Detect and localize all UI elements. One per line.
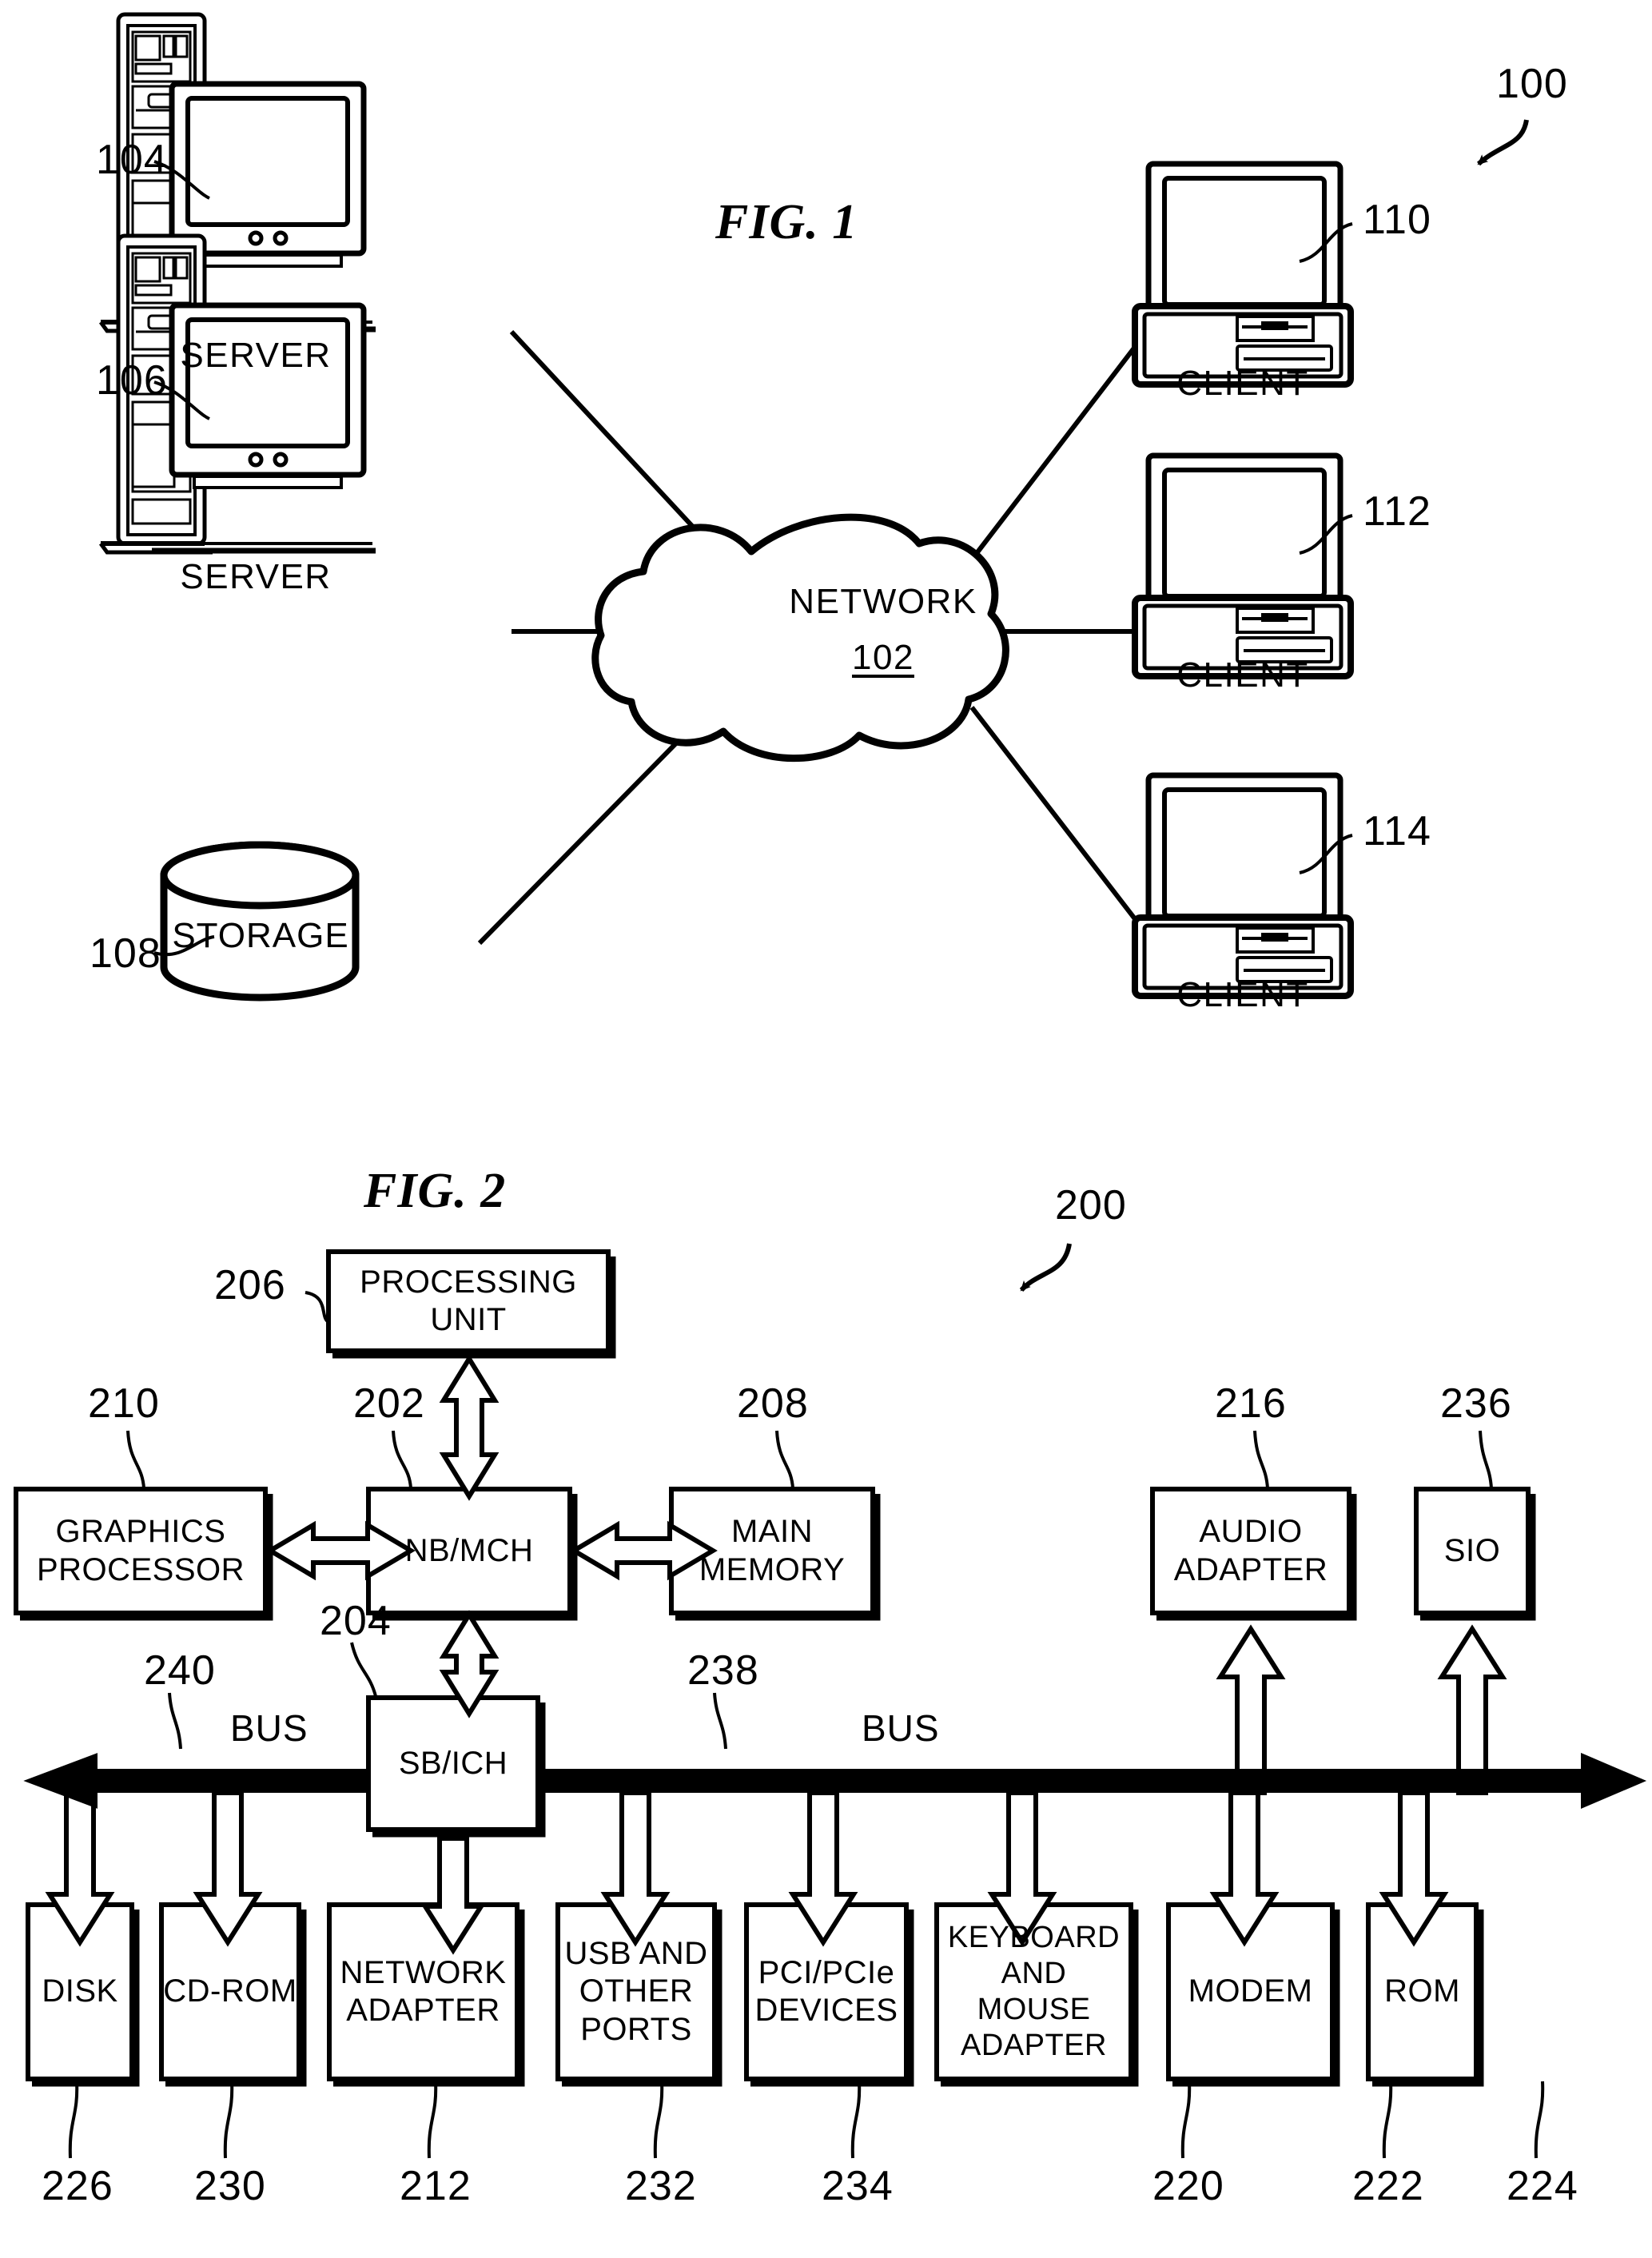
label-graphics-processor: GRAPHICS PROCESSOR	[36, 1514, 245, 1587]
ref-114: 114	[1363, 808, 1431, 854]
label-sb-ich: SB/ICH	[398, 1745, 508, 1781]
label-sio: SIO	[1443, 1532, 1501, 1568]
label-network-cloud: NETWORK	[789, 582, 977, 621]
ref-202: 202	[353, 1380, 425, 1427]
figure-2-title: FIG. 2	[364, 1164, 507, 1218]
ref-108: 108	[90, 930, 161, 977]
patent-drawing-sheet: FIG. 1 100 104 SERVER 106 SERVER 108 STO…	[0, 0, 1652, 2258]
label-keyboard-mouse-adapter: KEYBOARD AND MOUSE ADAPTER	[947, 1921, 1121, 2062]
ref-112: 112	[1363, 488, 1431, 535]
ref-104: 104	[96, 137, 168, 183]
label-modem: MODEM	[1188, 1973, 1313, 2009]
client-110-graphic	[1135, 164, 1351, 384]
ref-226: 226	[42, 2163, 113, 2209]
label-pci-pcie-devices: PCI/PCIe DEVICES	[754, 1954, 898, 2028]
label-processing-unit: PROCESSING UNIT	[360, 1264, 577, 1337]
label-main-memory: MAIN MEMORY	[699, 1514, 846, 1587]
ref-200: 200	[1055, 1182, 1127, 1229]
label-server-106: SERVER	[180, 557, 332, 596]
figure-1-title: FIG. 1	[715, 195, 858, 249]
ref-238: 238	[687, 1647, 759, 1694]
bus-label-right: BUS	[862, 1707, 940, 1749]
label-usb-and-other-ports: USB AND OTHER PORTS	[564, 1936, 708, 2047]
label-storage-108: STORAGE	[172, 916, 349, 955]
client-112-graphic	[1135, 456, 1351, 676]
fig2-hollow-arrows	[45, 1354, 1507, 1955]
bus-label-left: BUS	[230, 1707, 309, 1749]
label-rom: ROM	[1384, 1973, 1460, 2009]
ref-230: 230	[194, 2163, 266, 2209]
ref-212: 212	[400, 2163, 472, 2209]
ref-216: 216	[1215, 1380, 1287, 1427]
label-client-114: CLIENT	[1176, 975, 1309, 1014]
ref-236: 236	[1440, 1380, 1512, 1427]
label-server-104: SERVER	[180, 336, 332, 375]
ref-204: 204	[320, 1598, 392, 1644]
label-disk: DISK	[42, 1973, 118, 2009]
ref-210: 210	[88, 1380, 160, 1427]
ref-222: 222	[1352, 2163, 1424, 2209]
label-client-110: CLIENT	[1176, 364, 1309, 403]
client-114-graphic	[1135, 775, 1351, 996]
ref-206: 206	[214, 1262, 286, 1308]
label-cd-rom: CD-ROM	[163, 1973, 297, 2009]
ref-224: 224	[1507, 2163, 1578, 2209]
label-network-adapter: NETWORK ADAPTER	[340, 1954, 507, 2028]
ref-240: 240	[144, 1647, 216, 1694]
label-nb-mch: NB/MCH	[404, 1532, 534, 1568]
leader-200-arrow	[1019, 1243, 1072, 1292]
ref-220: 220	[1152, 2163, 1224, 2209]
ref-234: 234	[822, 2163, 894, 2209]
ref-208: 208	[737, 1380, 809, 1427]
ref-102: 102	[852, 638, 914, 677]
ref-232: 232	[625, 2163, 697, 2209]
label-client-112: CLIENT	[1176, 655, 1309, 695]
leader-100-arrow	[1477, 119, 1529, 166]
ref-110: 110	[1363, 197, 1431, 243]
label-audio-adapter: AUDIO ADAPTER	[1173, 1514, 1328, 1587]
ref-106: 106	[96, 357, 168, 404]
ref-100: 100	[1496, 61, 1568, 107]
